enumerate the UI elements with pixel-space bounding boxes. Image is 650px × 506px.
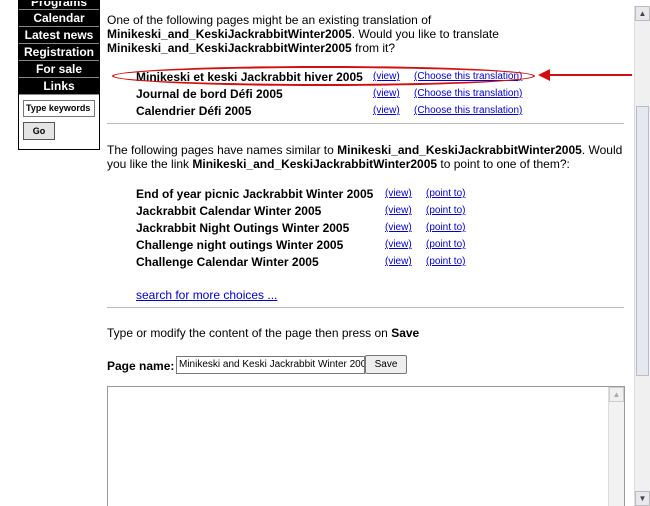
divider <box>107 307 624 308</box>
red-arrow-icon <box>538 69 632 81</box>
translation-title: Journal de bord Défi 2005 <box>136 87 283 101</box>
sidebar-item-registration[interactable]: Registration <box>19 44 99 61</box>
sidebar-item-links[interactable]: Links <box>19 78 99 95</box>
similar-line2-a: you like the link <box>107 157 193 171</box>
similar-line2-b: to point to one of them?: <box>437 157 570 171</box>
choose-translation-link[interactable]: (Choose this translation) <box>414 86 522 102</box>
similar-page-name-2: Minikeski_and_KeskiJackrabbitWinter2005 <box>192 157 438 171</box>
sidebar-item-for-sale[interactable]: For sale <box>19 61 99 78</box>
edit-instruction: Type or modify the content of the page t… <box>107 326 627 340</box>
translation-view-link[interactable]: (view) <box>373 86 400 102</box>
scroll-down-icon[interactable]: ▼ <box>635 491 650 506</box>
edit-instruction-text: Type or modify the content of the page t… <box>107 326 392 340</box>
intro-page-name: Minikeski_and_KeskiJackrabbitWinter2005 <box>107 27 352 41</box>
similar-view-link[interactable]: (view) <box>385 254 412 270</box>
textarea-scrollbar[interactable]: ▲ <box>608 387 624 506</box>
sidebar: Programs Calendar Latest news Registrati… <box>18 0 100 150</box>
similar-line1-b: . Would <box>581 143 623 157</box>
similar-page-title: End of year picnic Jackrabbit Winter 200… <box>136 187 374 201</box>
save-button[interactable]: Save <box>365 355 407 374</box>
intro-line2-rest: . Would you like to translate <box>351 27 499 41</box>
sidebar-item-latest-news[interactable]: Latest news <box>19 27 99 44</box>
divider <box>107 123 624 124</box>
intro-line3-rest: from it? <box>351 41 396 55</box>
page-name-label: Page name: <box>107 359 175 373</box>
sidebar-item-programs[interactable]: Programs <box>19 1 99 10</box>
textarea-scroll-up-icon[interactable]: ▲ <box>609 387 624 402</box>
similar-line1-a: The following pages have names similar t… <box>107 143 338 157</box>
similar-view-link[interactable]: (view) <box>385 220 412 236</box>
search-more-link[interactable]: search for more choices ... <box>136 288 277 302</box>
translation-title: Calendrier Défi 2005 <box>136 104 252 118</box>
go-button[interactable]: Go <box>23 122 55 140</box>
page-scrollbar[interactable]: ▲ ▼ <box>634 6 650 506</box>
similar-view-link[interactable]: (view) <box>385 186 412 202</box>
intro-line1: One of the following pages might be an e… <box>107 13 432 27</box>
similar-view-link[interactable]: (view) <box>385 237 412 253</box>
scrollbar-thumb[interactable] <box>636 106 649 376</box>
similar-page-title: Challenge Calendar Winter 2005 <box>136 255 319 269</box>
page-name-input[interactable]: Minikeski and Keski Jackrabbit Winter 20… <box>176 356 365 374</box>
highlight-ellipse <box>112 66 535 86</box>
keyword-search-input[interactable]: Type keywords <box>23 100 95 117</box>
intro-page-name-2: Minikeski_and_KeskiJackrabbitWinter2005 <box>107 41 352 55</box>
point-to-link[interactable]: (point to) <box>426 203 465 219</box>
similar-page-title: Jackrabbit Calendar Winter 2005 <box>136 204 322 218</box>
point-to-link[interactable]: (point to) <box>426 254 465 270</box>
scroll-up-icon[interactable]: ▲ <box>635 6 650 21</box>
similar-page-title: Jackrabbit Night Outings Winter 2005 <box>136 221 350 235</box>
point-to-link[interactable]: (point to) <box>426 186 465 202</box>
translation-intro: One of the following pages might be an e… <box>107 13 627 55</box>
sidebar-item-calendar[interactable]: Calendar <box>19 10 99 27</box>
similar-page-title: Challenge night outings Winter 2005 <box>136 238 344 252</box>
similar-view-link[interactable]: (view) <box>385 203 412 219</box>
choose-translation-link[interactable]: (Choose this translation) <box>414 103 522 119</box>
point-to-link[interactable]: (point to) <box>426 237 465 253</box>
similar-page-name: Minikeski_and_KeskiJackrabbitWinter2005 <box>337 143 582 157</box>
similar-intro: The following pages have names similar t… <box>107 143 627 171</box>
point-to-link[interactable]: (point to) <box>426 220 465 236</box>
translation-view-link[interactable]: (view) <box>373 103 400 119</box>
content-textarea[interactable]: ▲ <box>107 386 625 506</box>
edit-instruction-save: Save <box>391 326 420 340</box>
